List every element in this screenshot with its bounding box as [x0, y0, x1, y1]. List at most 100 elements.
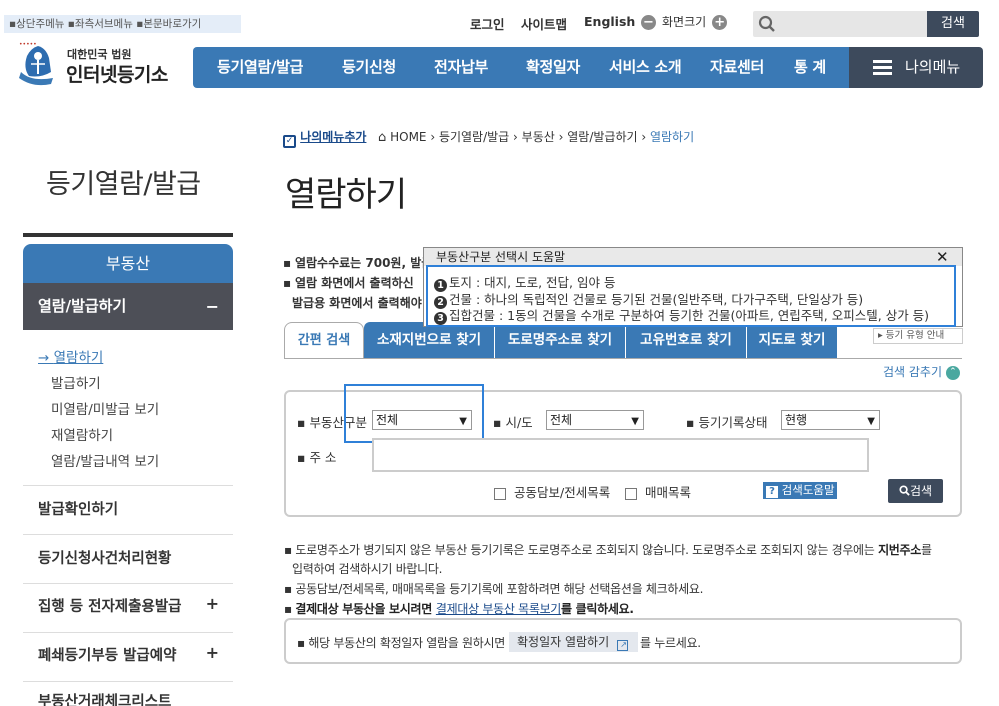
tab-road-address[interactable]: 도로명주소로 찾기	[495, 322, 625, 359]
record-status-label: ▪ 등기기록상태	[686, 415, 768, 430]
tab-divider	[284, 358, 962, 359]
breadcrumb-item[interactable]: 부동산	[522, 130, 555, 144]
close-icon[interactable]: ✕	[936, 248, 949, 266]
minus-icon: −	[205, 297, 219, 316]
collapse-search-button[interactable]: 검색 감추기 ⌃	[883, 363, 960, 380]
fixed-date-text: ▪ 해당 부동산의 확정일자 열람을 원하시면	[297, 636, 505, 650]
lnb-item-label: 발급확인하기	[38, 502, 119, 518]
help-popup-title: 부동산구분 선택시 도움말	[424, 248, 962, 266]
lnb-item-label: 부동산거래체크리스트	[38, 694, 172, 706]
notice-print: ▪ 열람 화면에서 출력하신	[283, 276, 414, 290]
home-icon: ⌂	[378, 130, 387, 145]
lnb-item-verify[interactable]: 발급확인하기	[23, 485, 233, 534]
lnb-head[interactable]: 부동산	[23, 244, 233, 283]
fixed-date-view-button[interactable]: 확정일자 열람하기 ↗	[509, 632, 638, 652]
my-menu-button[interactable]: 나의메뉴	[849, 47, 983, 88]
checkbox-icon[interactable]	[625, 487, 637, 500]
skip-link-content[interactable]: ▪본문바로가기	[136, 18, 201, 30]
lnb-item-issue-view[interactable]: 열람/발급하기 −	[23, 283, 233, 330]
external-link-icon: ↗	[616, 640, 628, 651]
breadcrumb-home[interactable]: HOME	[390, 130, 426, 144]
breadcrumb-item[interactable]: 열람/발급하기	[567, 130, 637, 144]
lnb-item-electronic[interactable]: 집행 등 전자제출용발급 +	[23, 583, 233, 632]
tab-lot-number[interactable]: 소재지번으로 찾기	[364, 322, 494, 359]
search-icon	[758, 15, 775, 32]
skip-link-sub-menu[interactable]: ▪좌측서브메뉴	[68, 18, 133, 30]
lnb-title: 등기열람/발급	[46, 169, 201, 200]
lnb-divider	[23, 233, 233, 237]
skip-link-main-menu[interactable]: ▪상단주메뉴	[9, 18, 64, 30]
court-logo-icon[interactable]: •••••	[11, 38, 66, 90]
fixed-date-text-2: 를 누르세요.	[640, 636, 701, 650]
lnb-item-label: 등기신청사건처리현황	[38, 551, 172, 567]
plus-icon: +	[205, 594, 219, 613]
chevron-down-icon: ▼	[867, 416, 875, 427]
my-menu-label: 나의메뉴	[905, 58, 961, 76]
tab-simple-search[interactable]: 간편 검색	[284, 322, 364, 359]
zoom-control: − 화면크기 +	[641, 13, 728, 30]
sales-list-checkbox[interactable]: 매매목록	[625, 482, 691, 501]
payment-list-link[interactable]: 결제대상 부동산 목록보기	[436, 602, 561, 616]
search-input[interactable]	[753, 11, 927, 37]
breadcrumb: ⌂ HOME › 등기열람/발급 › 부동산 › 열람/발급하기 › 열람하기	[378, 130, 695, 145]
search-help-button[interactable]: ? 검색도움말	[763, 482, 837, 499]
hamburger-icon	[873, 60, 892, 75]
joint-collateral-checkbox[interactable]: 공동담보/전세목록	[494, 482, 610, 501]
checkbox-icon: ✓	[283, 135, 296, 148]
lnb-item-closed-reserve[interactable]: 폐쇄등기부등 발급예약 +	[23, 632, 233, 681]
notice-fee: ▪ 열람수수료는 700원, 발급	[283, 256, 433, 270]
zoom-in-icon[interactable]: +	[712, 15, 728, 30]
lnb-item-status[interactable]: 등기신청사건처리현황	[23, 534, 233, 583]
nav-item-resources[interactable]: 자료센터	[710, 47, 764, 88]
sido-label: ▪ 시/도	[493, 415, 533, 430]
tab-map[interactable]: 지도로 찾기	[747, 322, 837, 359]
zoom-out-icon[interactable]: −	[641, 15, 656, 30]
english-link[interactable]: English	[584, 14, 635, 29]
search-icon	[899, 485, 910, 496]
zoom-label: 화면크기	[661, 15, 707, 29]
registry-type-guide-button[interactable]: ▸ 등기 유형 안내	[873, 328, 963, 344]
lnb-item-label: 폐쇄등기부등 발급예약	[38, 648, 177, 664]
note-payment: ▪ 결제대상 부동산을 보시려면 결제대상 부동산 목록보기를 클릭하세요.	[284, 602, 634, 616]
nav-item-fixed-date[interactable]: 확정일자	[526, 47, 580, 88]
question-icon: ?	[766, 486, 778, 498]
lnb-sub-item-unviewed[interactable]: 미열람/미발급 보기	[51, 398, 159, 418]
search-button[interactable]: 검색	[927, 11, 979, 37]
form-search-button[interactable]: 검색	[888, 479, 943, 503]
login-link[interactable]: 로그인	[470, 14, 505, 33]
add-my-menu-button[interactable]: ✓ 나의메뉴추가	[283, 128, 366, 148]
lnb-sub-item-history[interactable]: 열람/발급내역 보기	[51, 450, 159, 470]
breadcrumb-item[interactable]: 등기열람/발급	[439, 130, 509, 144]
highlight-property-type	[344, 384, 484, 443]
nav-item-apply[interactable]: 등기신청	[342, 47, 396, 88]
nav-item-stats[interactable]: 통 계	[794, 47, 826, 88]
checkbox-icon[interactable]	[494, 487, 506, 500]
chevron-down-icon: ▼	[631, 416, 639, 427]
skip-links: ▪상단주메뉴 ▪좌측서브메뉴 ▪본문바로가기	[4, 15, 241, 33]
lnb-sub-item-issue[interactable]: 발급하기	[51, 372, 101, 392]
svg-text:•••••: •••••	[19, 41, 37, 48]
record-status-select[interactable]: 현행 ▼	[781, 410, 880, 430]
nav-item-issue[interactable]: 등기열람/발급	[217, 47, 303, 88]
lnb-item-label: 집행 등 전자제출용발급	[38, 599, 182, 615]
address-label: ▪ 주 소	[297, 450, 337, 465]
logo-title[interactable]: 인터넷등기소	[66, 60, 168, 87]
sido-select[interactable]: 전체 ▼	[546, 410, 644, 430]
note-road-address: ▪ 도로명주소가 병기되지 않은 부동산 등기기록은 도로명주소로 조회되지 않…	[284, 543, 932, 557]
lnb-item-label: 열람/발급하기	[38, 297, 127, 315]
help-line-aggregate: 3 집합건물 : 1동의 건물을 수개로 구분하여 등기한 건물(아파트, 연립주…	[434, 305, 929, 325]
address-input[interactable]	[372, 438, 869, 472]
lnb-sub-item-review[interactable]: 재열람하기	[51, 424, 113, 444]
chevron-up-icon: ⌃	[945, 365, 960, 380]
sitemap-link[interactable]: 사이트맵	[521, 14, 567, 33]
nav-item-payment[interactable]: 전자납부	[434, 47, 488, 88]
lnb-sub-item-view[interactable]: → 열람하기	[38, 346, 103, 366]
note-options: ▪ 공동담보/전세목록, 매매목록을 등기기록에 포함하려면 해당 선택옵션을 …	[284, 582, 704, 596]
notice-print-2: 발급용 화면에서 출력해야	[292, 296, 422, 310]
main-nav: 등기열람/발급 등기신청 전자납부 확정일자 서비스 소개 자료센터 통 계	[193, 47, 849, 88]
page-title: 열람하기	[285, 175, 407, 215]
lnb-item-checklist[interactable]: 부동산거래체크리스트	[23, 681, 233, 706]
tab-unique-number[interactable]: 고유번호로 찾기	[626, 322, 746, 359]
plus-icon: +	[205, 643, 219, 662]
nav-item-service[interactable]: 서비스 소개	[609, 47, 682, 88]
